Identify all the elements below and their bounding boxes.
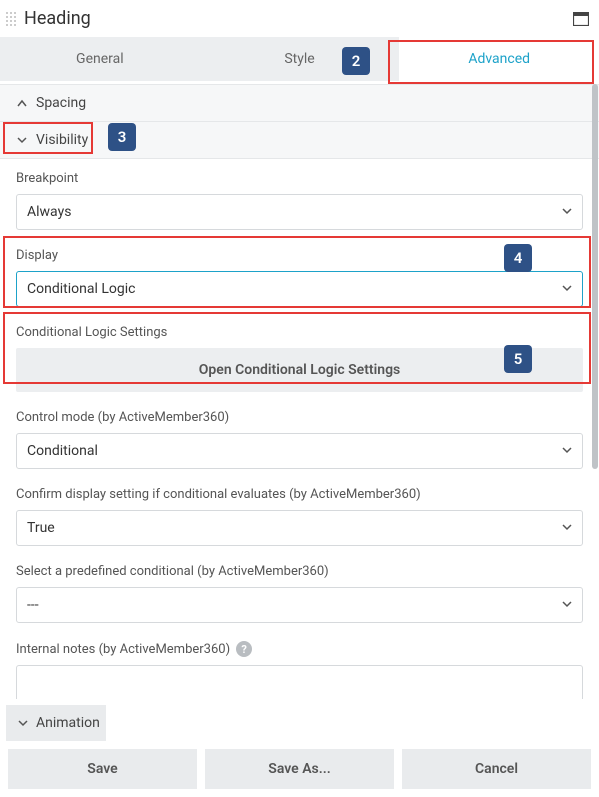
section-animation-header[interactable]: Animation — [6, 705, 106, 741]
chevron-down-icon — [16, 134, 28, 146]
panel-title: Heading — [24, 8, 573, 29]
chevron-down-icon — [562, 281, 572, 297]
notes-label: Internal notes (by ActiveMember360) ? — [16, 641, 583, 657]
tab-style[interactable]: Style — [200, 37, 400, 81]
section-spacing-label: Spacing — [36, 95, 86, 111]
display-label: Display — [16, 248, 583, 263]
section-visibility-header[interactable]: Visibility — [0, 121, 599, 158]
save-button[interactable]: Save — [8, 749, 197, 789]
chevron-right-icon — [16, 97, 28, 109]
confirm-value: True — [27, 520, 55, 536]
content-scroll[interactable]: Spacing Visibility Breakpoint Always Dis… — [0, 84, 599, 725]
display-value: Conditional Logic — [27, 281, 135, 297]
cls-label: Conditional Logic Settings — [16, 325, 583, 340]
saveas-button[interactable]: Save As... — [205, 749, 394, 789]
chevron-down-icon — [562, 597, 572, 613]
section-spacing-header[interactable]: Spacing — [0, 84, 599, 121]
window-mode-icon[interactable] — [573, 12, 589, 26]
control-mode-label: Control mode (by ActiveMember360) — [16, 410, 583, 425]
tabs: General Style Advanced — [0, 37, 599, 81]
confirm-label: Confirm display setting if conditional e… — [16, 487, 583, 502]
footer: Animation Save Save As... Cancel — [0, 699, 599, 797]
breakpoint-value: Always — [27, 204, 71, 220]
chevron-down-icon — [562, 520, 572, 536]
section-visibility-label: Visibility — [36, 132, 88, 148]
display-select[interactable]: Conditional Logic — [16, 271, 583, 307]
cancel-button[interactable]: Cancel — [402, 749, 591, 789]
drag-handle-icon[interactable] — [6, 12, 16, 26]
help-icon[interactable]: ? — [236, 641, 252, 657]
predefined-select[interactable]: --- — [16, 587, 583, 623]
breakpoint-label: Breakpoint — [16, 171, 583, 186]
chevron-down-icon — [18, 717, 28, 729]
control-mode-value: Conditional — [27, 443, 98, 459]
predefined-label: Select a predefined conditional (by Acti… — [16, 564, 583, 579]
scrollbar-thumb[interactable] — [592, 84, 598, 469]
section-visibility-body: Breakpoint Always Display Conditional Lo… — [0, 158, 599, 725]
tab-advanced[interactable]: Advanced — [399, 37, 599, 81]
tab-general[interactable]: General — [0, 37, 200, 81]
notes-label-text: Internal notes (by ActiveMember360) — [16, 642, 230, 657]
scrollbar-track[interactable] — [591, 84, 599, 725]
panel-header: Heading — [0, 0, 599, 37]
footer-buttons: Save Save As... Cancel — [0, 741, 599, 797]
predefined-value: --- — [27, 597, 39, 613]
confirm-select[interactable]: True — [16, 510, 583, 546]
chevron-down-icon — [562, 204, 572, 220]
section-animation-label: Animation — [36, 715, 100, 731]
open-cls-button[interactable]: Open Conditional Logic Settings — [16, 348, 583, 392]
breakpoint-select[interactable]: Always — [16, 194, 583, 230]
chevron-down-icon — [562, 443, 572, 459]
control-mode-select[interactable]: Conditional — [16, 433, 583, 469]
